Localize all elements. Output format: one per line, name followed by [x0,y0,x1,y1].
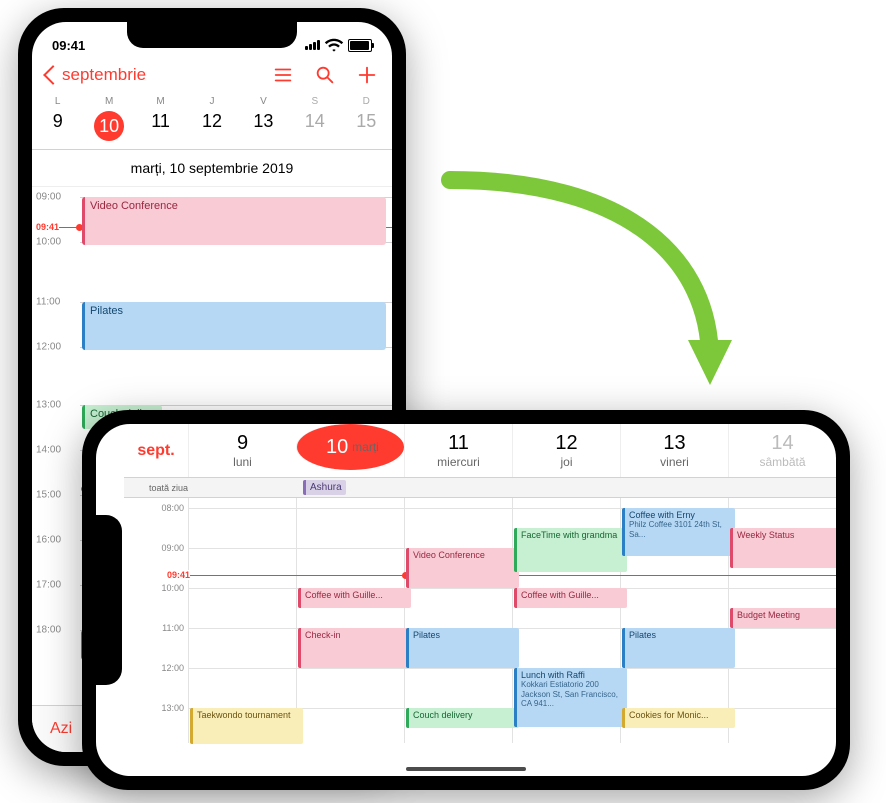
day-col[interactable]: L9 [32,94,83,149]
event-couch[interactable]: Couch delivery [406,708,519,728]
event-checkin[interactable]: Check-in [298,628,411,668]
event-video-conference[interactable]: Video Conference [82,197,386,245]
day-col[interactable]: M11 [135,94,186,149]
day-header[interactable]: 9luni [188,424,296,477]
hour-label: 09:00 [124,543,188,553]
status-icons [305,35,372,55]
date-heading: marți, 10 septembrie 2019 [32,150,392,187]
status-time: 09:41 [52,38,85,53]
hour-label: 16:00 [36,535,61,546]
battery-icon [348,39,372,52]
event-coffee-erny[interactable]: Coffee with ErnyPhilz Coffee 3101 24th S… [622,508,735,556]
hour-line [188,508,836,509]
day-header[interactable]: 11miercuri [404,424,512,477]
notch [96,515,122,685]
grid-col [512,498,513,743]
hour-label: 18:00 [36,625,61,636]
allday-label: toată ziua [124,483,194,493]
add-icon[interactable] [356,64,378,86]
hour-label: 17:00 [36,580,61,591]
week-view: sept. 9luni 10marți 11miercuri 12joi 13v… [96,424,836,776]
day-col[interactable]: M10 [83,94,134,149]
day-col[interactable]: S14 [289,94,340,149]
day-header[interactable]: 12joi [512,424,620,477]
grid-col [296,498,297,743]
hour-label: 11:00 [36,297,60,308]
grid-col [404,498,405,743]
search-icon[interactable] [314,64,336,86]
event-pilates[interactable]: Pilates [406,628,519,668]
back-button[interactable]: septembrie [46,65,146,85]
week-header: sept. 9luni 10marți 11miercuri 12joi 13v… [124,424,836,478]
event-ashura[interactable]: Ashura [303,480,346,495]
chevron-left-icon [43,65,63,85]
event-budget[interactable]: Budget Meeting [730,608,836,628]
hour-label: 13:00 [124,703,188,713]
day-header[interactable]: 10marți [296,424,404,470]
nav-actions [272,64,378,86]
event-weekly-status[interactable]: Weekly Status [730,528,836,568]
week-row: L9 M10 M11 J12 V13 S14 D15 [32,94,392,150]
hour-label: 10:00 [124,583,188,593]
event-pilates[interactable]: Pilates [622,628,735,668]
hour-label: 12:00 [36,342,61,353]
event-cookies[interactable]: Cookies for Monic... [622,708,735,728]
event-taekwondo[interactable]: Taekwondo tournament [190,708,303,744]
home-indicator[interactable] [406,767,526,771]
notch [127,22,297,48]
hour-label: 13:00 [36,400,61,411]
signal-icon [305,40,320,50]
event-facetime[interactable]: FaceTime with grandma [514,528,627,572]
grid-col [188,498,189,743]
rotate-arrow-icon [380,160,760,420]
hour-label: 15:00 [36,490,61,501]
hour-line [188,588,836,589]
allday-row: toată ziua Ashura [124,478,836,498]
back-label: septembrie [62,65,146,85]
wifi-icon [324,35,344,55]
hour-label: 09:00 [36,192,61,203]
phone-landscape: sept. 9luni 10marți 11miercuri 12joi 13v… [82,410,850,790]
event-pilates[interactable]: Pilates [82,302,386,350]
week-grid[interactable]: 08:00 09:00 10:00 11:00 12:00 13:00 09:4… [124,498,836,743]
event-coffee-guille[interactable]: Coffee with Guille... [514,588,627,608]
hour-label: 08:00 [124,503,188,513]
day-header[interactable]: 14sâmbătă [728,424,836,477]
hour-line [188,668,836,669]
today-button[interactable]: Azi [50,720,72,738]
day-header[interactable]: 13vineri [620,424,728,477]
event-video-conference[interactable]: Video Conference [406,548,519,588]
event-lunch[interactable]: Lunch with RaffiKokkari Estiatorio 200 J… [514,668,627,727]
month-button[interactable]: sept. [124,424,188,477]
day-col[interactable]: J12 [186,94,237,149]
screen-landscape: sept. 9luni 10marți 11miercuri 12joi 13v… [96,424,836,776]
hour-label: 14:00 [36,445,61,456]
list-icon[interactable] [272,64,294,86]
nav-bar: septembrie [32,60,392,94]
day-col[interactable]: V13 [238,94,289,149]
hour-label: 11:00 [124,623,188,633]
hour-label: 10:00 [36,237,61,248]
hour-label: 12:00 [124,663,188,673]
event-coffee-guille[interactable]: Coffee with Guille... [298,588,411,608]
day-col[interactable]: D15 [341,94,392,149]
